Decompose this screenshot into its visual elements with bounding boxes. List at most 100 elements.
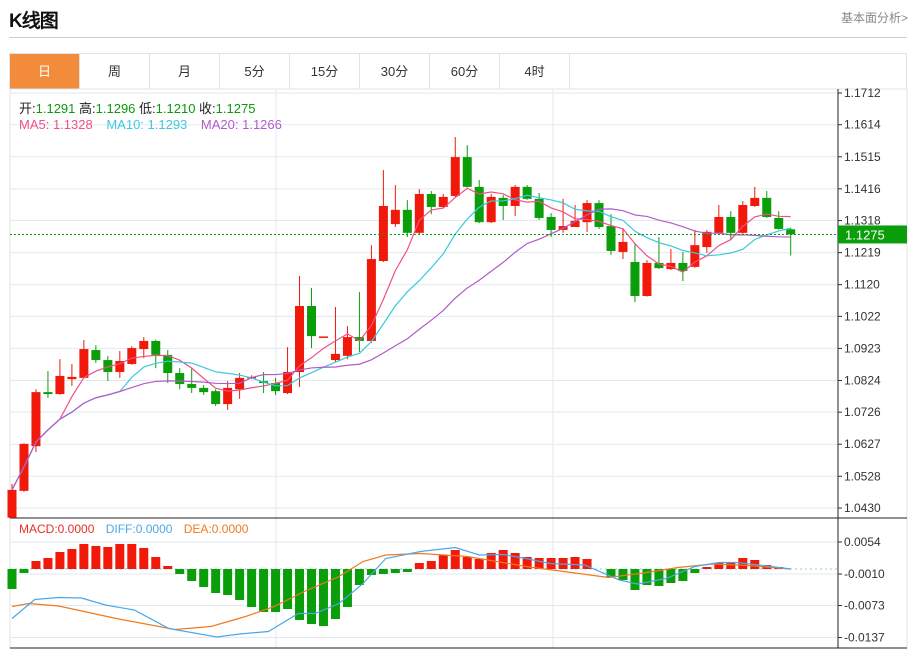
candle-body bbox=[594, 203, 604, 228]
macd-bar bbox=[498, 550, 508, 569]
candle-body bbox=[151, 340, 161, 355]
macd-tick-label: -0.0010 bbox=[844, 567, 885, 581]
macd-bar bbox=[474, 559, 484, 569]
macd-bar bbox=[462, 557, 472, 569]
candle-body bbox=[175, 373, 185, 385]
candle-body bbox=[546, 216, 556, 230]
candle-body bbox=[618, 241, 628, 252]
macd-bar bbox=[19, 569, 29, 573]
macd-bar bbox=[43, 558, 53, 569]
macd-tick-label: -0.0137 bbox=[844, 631, 885, 645]
candle-body bbox=[690, 245, 700, 267]
price-tick-label: 1.0627 bbox=[844, 437, 881, 451]
macd-bar bbox=[630, 569, 640, 590]
macd-bar bbox=[414, 563, 424, 569]
dea-legend-value: DEA:0.0000 bbox=[183, 522, 249, 536]
candle-body bbox=[283, 372, 293, 394]
candle-body bbox=[307, 306, 316, 337]
candle-body bbox=[318, 336, 328, 338]
diff-legend-value: DIFF:0.0000 bbox=[105, 522, 173, 536]
price-tick-label: 1.0824 bbox=[844, 373, 881, 387]
macd-bar bbox=[426, 561, 436, 569]
candle-body bbox=[79, 349, 89, 378]
macd-bar bbox=[570, 557, 580, 569]
macd-bar bbox=[103, 547, 113, 569]
high-value: 1.1296 bbox=[95, 101, 136, 116]
macd-bar bbox=[187, 569, 197, 581]
macd-bar bbox=[175, 569, 185, 574]
candle-body bbox=[774, 217, 784, 229]
price-tick-label: 1.1614 bbox=[844, 118, 881, 132]
candle-body bbox=[750, 197, 760, 206]
candle-body bbox=[199, 387, 209, 393]
macd-bar bbox=[438, 555, 448, 569]
macd-bar bbox=[618, 569, 628, 580]
macd-bar bbox=[91, 546, 101, 569]
low-value: 1.1210 bbox=[155, 101, 196, 116]
macd-bar bbox=[259, 569, 269, 612]
ma10-legend: MA10: 1.1293 bbox=[106, 117, 188, 132]
ma-legend: MA5: 1.1328 MA10: 1.1293 MA20: 1.1266 bbox=[19, 117, 282, 132]
candle-body bbox=[606, 226, 616, 251]
candle-body bbox=[498, 197, 508, 206]
ma20-legend: MA20: 1.1266 bbox=[200, 117, 282, 132]
macd-bar bbox=[283, 569, 293, 609]
price-tick-label: 1.1219 bbox=[844, 246, 881, 260]
low-label: 低: bbox=[139, 101, 156, 116]
macd-bar bbox=[67, 549, 77, 569]
candle-body bbox=[7, 489, 17, 518]
price-tick-label: 1.1318 bbox=[844, 214, 881, 228]
macd-bar bbox=[247, 569, 257, 607]
price-tick-label: 1.1022 bbox=[844, 309, 881, 323]
price-tick-label: 1.1515 bbox=[844, 150, 881, 164]
macd-tick-label: 0.0054 bbox=[844, 535, 881, 549]
open-label: 开: bbox=[19, 101, 36, 116]
macd-bar bbox=[378, 569, 388, 574]
candle-body bbox=[187, 384, 197, 388]
candle-body bbox=[342, 337, 352, 356]
macd-bar bbox=[115, 544, 125, 569]
macd-bar bbox=[690, 569, 700, 573]
macd-bar bbox=[7, 569, 17, 589]
macd-bar bbox=[127, 544, 137, 569]
macd-bar bbox=[163, 566, 173, 569]
candle-body bbox=[163, 354, 173, 374]
macd-bar bbox=[510, 553, 520, 569]
candle-body bbox=[450, 157, 460, 196]
price-tick-label: 1.0430 bbox=[844, 501, 881, 515]
macd-bar bbox=[235, 569, 245, 600]
candle-body bbox=[211, 391, 221, 405]
candle-body bbox=[378, 205, 388, 262]
macd-bar bbox=[702, 567, 712, 569]
candle-body bbox=[462, 157, 472, 187]
ohlc-info: 开:1.1291 高:1.1296 低:1.1210 收:1.1275 bbox=[19, 98, 255, 117]
macd-bar bbox=[307, 569, 316, 624]
macd-bar bbox=[390, 569, 400, 573]
price-tick-label: 1.1416 bbox=[844, 182, 881, 196]
macd-bar bbox=[151, 557, 161, 569]
macd-bar bbox=[223, 569, 233, 595]
macd-bar bbox=[79, 544, 89, 569]
candle-body bbox=[295, 306, 305, 373]
macd-tick-label: -0.0073 bbox=[844, 599, 885, 613]
candle-body bbox=[43, 392, 53, 395]
macd-bar bbox=[450, 550, 460, 569]
candle-body bbox=[91, 350, 101, 361]
candle-body bbox=[726, 216, 736, 233]
price-tick-label: 1.0923 bbox=[844, 341, 881, 355]
candle-body bbox=[127, 348, 137, 364]
close-label: 收: bbox=[199, 101, 216, 116]
macd-bar bbox=[199, 569, 209, 587]
candle-body bbox=[642, 262, 652, 296]
candle-body bbox=[139, 340, 149, 350]
open-value: 1.1291 bbox=[35, 101, 76, 116]
candle-body bbox=[55, 375, 65, 395]
high-label: 高: bbox=[79, 101, 96, 116]
macd-bar bbox=[402, 569, 412, 572]
macd-bar bbox=[211, 569, 221, 593]
ma5-legend: MA5: 1.1328 bbox=[19, 117, 93, 132]
price-tick-label: 1.1120 bbox=[844, 278, 880, 292]
candle-body bbox=[630, 261, 640, 296]
candle-body bbox=[402, 209, 412, 233]
last-price-label: 1.1275 bbox=[845, 227, 885, 242]
